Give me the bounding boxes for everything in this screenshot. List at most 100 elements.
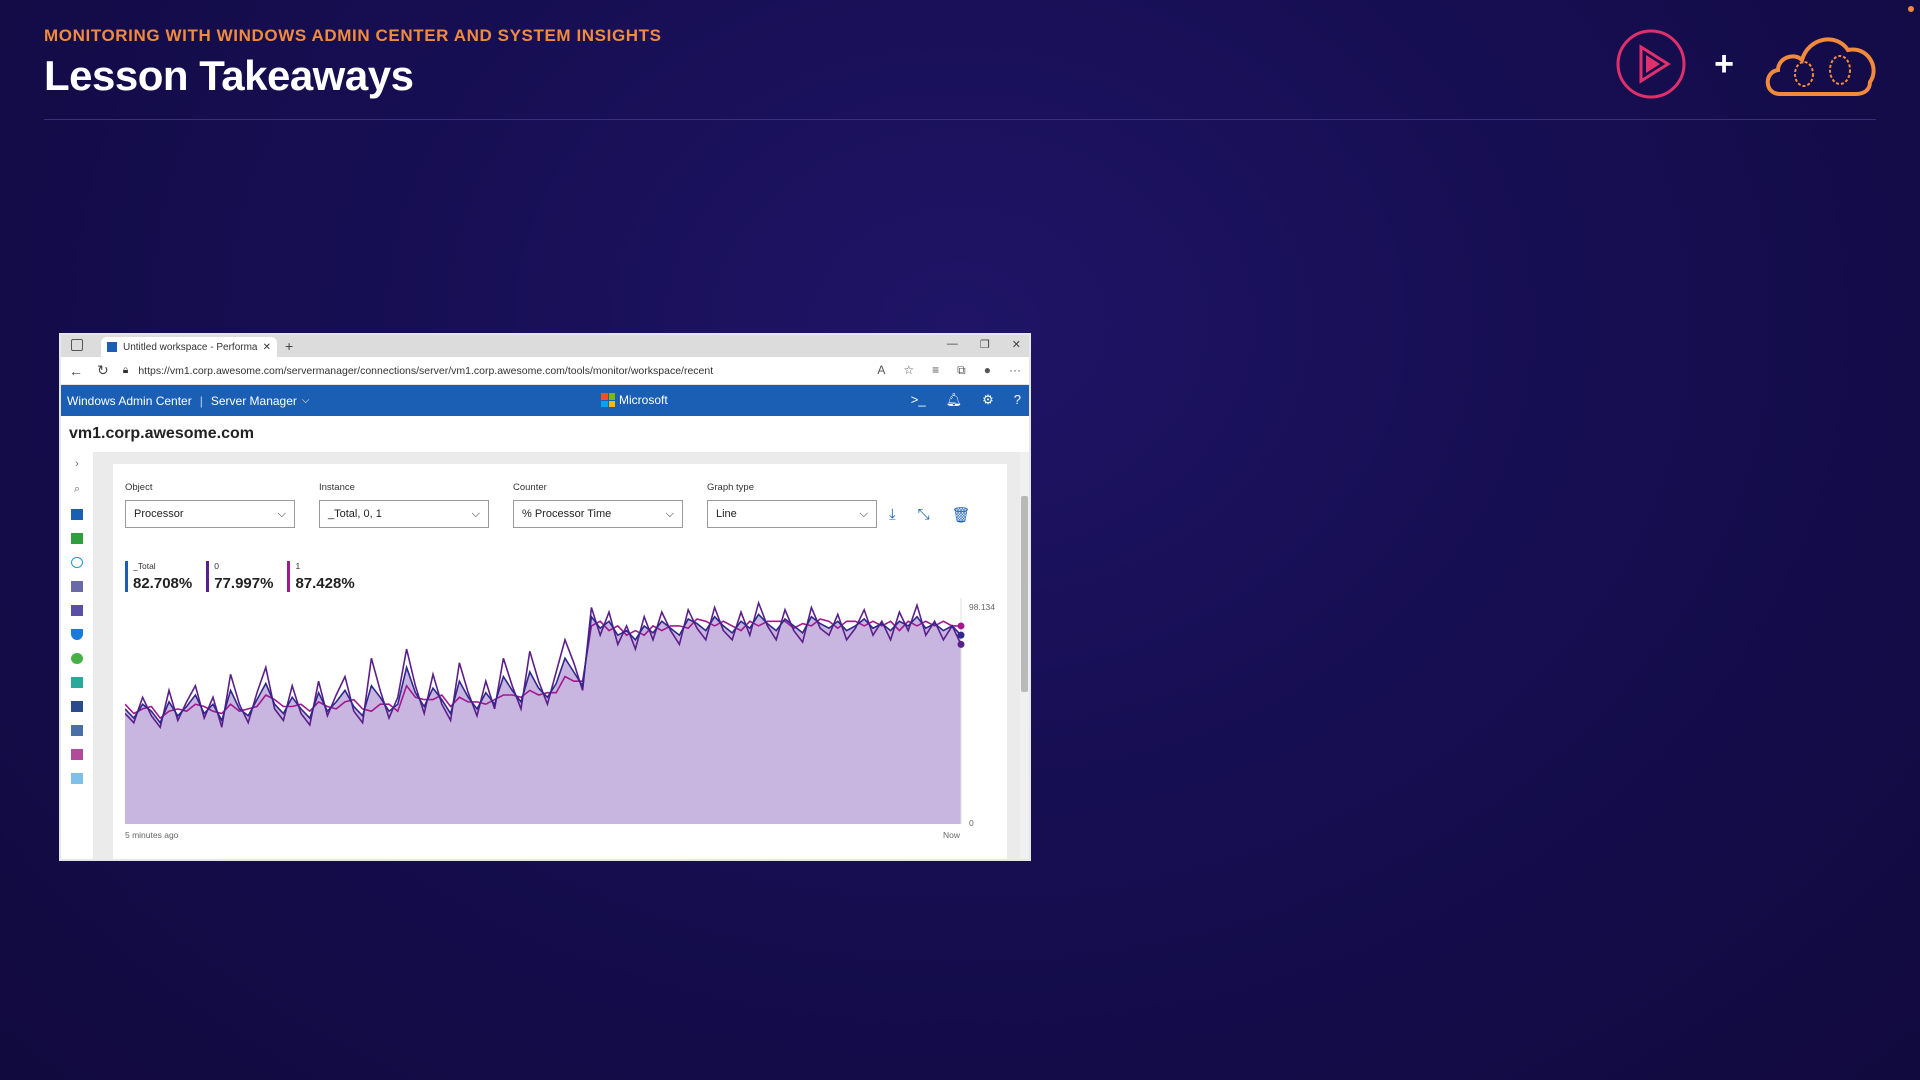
close-window-icon[interactable]: ✕ xyxy=(1012,338,1021,351)
object-label: Object xyxy=(125,482,153,493)
y-min-label: 0 xyxy=(969,818,974,828)
refresh-icon[interactable]: ↻ xyxy=(97,362,109,379)
graph-actions: ⤓ ⤡ 🗑︎ xyxy=(889,506,971,524)
header-separator: | xyxy=(199,393,203,408)
profile-avatar-icon[interactable]: ● xyxy=(984,363,991,378)
tab-actions-icon[interactable] xyxy=(71,339,83,351)
backup-icon[interactable] xyxy=(71,557,83,568)
slide-eyebrow: MONITORING WITH WINDOWS ADMIN CENTER AND… xyxy=(44,26,662,45)
object-value: Processor xyxy=(134,508,184,520)
instance-label: Instance xyxy=(319,482,355,493)
wac-favicon-icon xyxy=(107,342,117,352)
counter-control: Counter % Processor Time ⌵ xyxy=(513,482,683,528)
page-scrollbar[interactable] xyxy=(1020,452,1029,859)
legend-value: 87.428% xyxy=(295,575,355,592)
favorites-icon[interactable]: ≡ xyxy=(932,363,939,378)
overview-icon[interactable] xyxy=(71,509,83,520)
workspace-card: Object Processor ⌵ Instance _Total, 0, 1 ⌵… xyxy=(113,464,1007,859)
wac-header: Windows Admin Center | Server Manager ⌵ … xyxy=(61,385,1029,416)
pluralsight-play-icon xyxy=(1616,29,1686,99)
microsoft-logo-icon xyxy=(601,393,615,407)
microsoft-brand: Microsoft xyxy=(601,393,668,407)
collections-icon[interactable]: ⧉ xyxy=(957,363,966,378)
collapse-icon[interactable]: ⤡ xyxy=(918,506,930,524)
files-icon[interactable] xyxy=(71,677,83,688)
bell-icon[interactable]: 🔔︎ xyxy=(946,392,963,408)
more-menu-icon[interactable]: ··· xyxy=(1009,363,1021,378)
legend-value: 77.997% xyxy=(214,575,274,592)
brand-name: Microsoft xyxy=(619,393,668,407)
brand-logos: + xyxy=(1616,28,1878,100)
download-icon[interactable]: ⤓ xyxy=(889,506,896,524)
corner-dot xyxy=(1908,6,1914,12)
window-controls: — ❐ ✕ xyxy=(947,338,1021,351)
search-tools-icon[interactable]: ⌕ xyxy=(74,483,80,496)
url-field[interactable]: 🔒︎ https://vm1.corp.awesome.com/serverma… xyxy=(123,364,864,377)
browser-tab[interactable]: Untitled workspace - Performanc ✕ xyxy=(101,337,277,357)
wac-header-actions: >_ 🔔︎ ⚙ ? xyxy=(911,392,1021,408)
chevron-down-icon[interactable]: ⌵ xyxy=(302,395,310,406)
tool-sidebar: › ⌕ xyxy=(61,452,93,859)
slide-title: Lesson Takeaways xyxy=(44,52,414,99)
instance-value: _Total, 0, 1 xyxy=(328,508,382,520)
x-start-label: 5 minutes ago xyxy=(125,830,179,840)
object-select[interactable]: Processor ⌵ xyxy=(125,500,295,528)
browser-tab-bar: Untitled workspace - Performanc ✕ + — ❐ … xyxy=(61,335,1029,357)
legend-value: 82.708% xyxy=(133,575,193,592)
delete-icon[interactable]: 🗑︎ xyxy=(952,506,971,524)
new-tab-icon[interactable]: + xyxy=(285,338,293,354)
series-area-total xyxy=(125,614,961,824)
x-end-label: Now xyxy=(943,830,961,840)
scrollbar-thumb[interactable] xyxy=(1021,496,1028,692)
expand-nav-icon[interactable]: › xyxy=(75,458,79,470)
back-icon[interactable]: ← xyxy=(69,363,83,379)
counter-label: Counter xyxy=(513,482,547,493)
certificates-icon[interactable] xyxy=(71,581,83,592)
powershell-icon[interactable]: >_ xyxy=(911,392,926,408)
counter-value: % Processor Time xyxy=(522,508,612,520)
minimize-icon[interactable]: — xyxy=(947,338,958,351)
tool-menu[interactable]: Server Manager xyxy=(211,394,297,408)
devices-icon[interactable] xyxy=(71,605,83,616)
series-endpoint-1 xyxy=(957,622,965,630)
instance-select[interactable]: _Total, 0, 1 ⌵ xyxy=(319,500,489,528)
defender-icon[interactable] xyxy=(71,629,83,640)
events-icon[interactable] xyxy=(71,653,83,664)
address-bar-actions: A ☆ ≡ ⧉ ● ··· xyxy=(877,363,1021,378)
graph-type-control: Graph type Line ⌵ xyxy=(707,482,877,528)
graph-type-value: Line xyxy=(716,508,737,520)
counter-select[interactable]: % Processor Time ⌵ xyxy=(513,500,683,528)
chevron-down-icon: ⌵ xyxy=(277,507,286,520)
chevron-down-icon: ⌵ xyxy=(471,507,480,520)
object-control: Object Processor ⌵ xyxy=(125,482,295,528)
graph-controls: Object Processor ⌵ Instance _Total, 0, 1 ⌵… xyxy=(125,482,877,528)
graph-type-label: Graph type xyxy=(707,482,754,493)
url-text: https://vm1.corp.awesome.com/servermanag… xyxy=(138,364,714,377)
chart-legend: _Total 82.708% 0 77.997% 1 87.428% xyxy=(125,561,355,592)
legend-item-0: 0 77.997% xyxy=(206,561,273,592)
header-divider xyxy=(44,119,1876,120)
favorite-star-icon[interactable]: ☆ xyxy=(903,363,914,378)
local-users-icon[interactable] xyxy=(71,725,83,736)
performance-monitor-icon[interactable] xyxy=(71,773,83,784)
gear-icon[interactable]: ⚙ xyxy=(982,392,994,408)
legend-name: _Total xyxy=(133,561,156,571)
close-tab-icon[interactable]: ✕ xyxy=(263,342,271,353)
tool-body: › ⌕ Object Processor ⌵ Instance _Total, … xyxy=(61,452,1029,859)
legend-item-total: _Total 82.708% xyxy=(125,561,192,592)
legend-name: 1 xyxy=(295,561,301,571)
networks-icon[interactable] xyxy=(71,749,83,760)
graph-type-select[interactable]: Line ⌵ xyxy=(707,500,877,528)
address-bar: ← ↻ 🔒︎ https://vm1.corp.awesome.com/serv… xyxy=(61,357,1029,385)
y-max-label: 98.134 xyxy=(969,602,995,612)
legend-name: 0 xyxy=(214,561,219,571)
help-icon[interactable]: ? xyxy=(1014,392,1021,408)
app-name[interactable]: Windows Admin Center xyxy=(67,394,192,408)
apps-icon[interactable] xyxy=(71,533,83,544)
restore-icon[interactable]: ❐ xyxy=(980,338,990,351)
server-title: vm1.corp.awesome.com xyxy=(69,425,254,442)
firewall-icon[interactable] xyxy=(71,701,83,712)
series-endpoint-Total xyxy=(957,631,965,639)
read-aloud-icon[interactable]: A xyxy=(877,363,885,378)
series-endpoint-0 xyxy=(957,640,965,648)
